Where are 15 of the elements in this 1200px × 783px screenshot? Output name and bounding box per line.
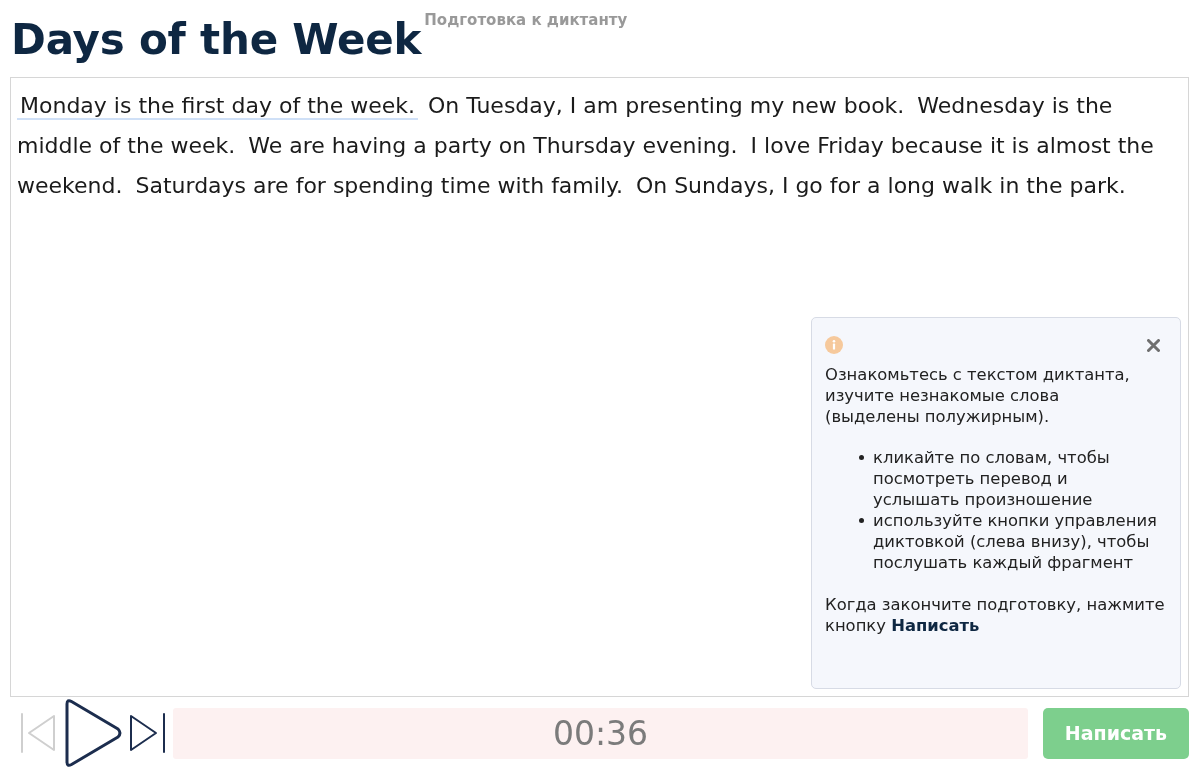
- timer-display: 00:36: [173, 707, 1028, 759]
- skip-forward-button[interactable]: [128, 712, 166, 754]
- list-item-text: используйте кнопки управления диктовкой (слева внизу), чтобы послушать каждый фрагмент: [873, 510, 1158, 573]
- skip-back-icon: [20, 712, 56, 754]
- close-icon: [1147, 338, 1160, 352]
- hint-text: Ознакомьтесь с текстом диктанта, изучите незнакомые слова (выделены полужирным).: [825, 364, 1131, 427]
- dictation-text[interactable]: Monday is the first day of the week. On Tuesday, I am presenting my new book. Wednesday is the middle of the week. We are having a party on Thursday evening. I love Friday because it is almost the weekend. Saturdays are for spending time with family. On Sundays, I go for a long walk in the park.: [17, 86, 1170, 206]
- close-button[interactable]: [1147, 338, 1160, 352]
- page-subtitle: Подготовка к диктанту: [424, 11, 628, 29]
- info-icon: [825, 336, 843, 354]
- page-title: Days of the Week: [11, 19, 422, 61]
- bullet-icon: [859, 518, 864, 523]
- skip-forward-icon: [128, 712, 166, 754]
- bullet-icon: [859, 455, 864, 460]
- hint-text: Когда закончите подготовку, нажмите кнопку Написать: [825, 594, 1166, 636]
